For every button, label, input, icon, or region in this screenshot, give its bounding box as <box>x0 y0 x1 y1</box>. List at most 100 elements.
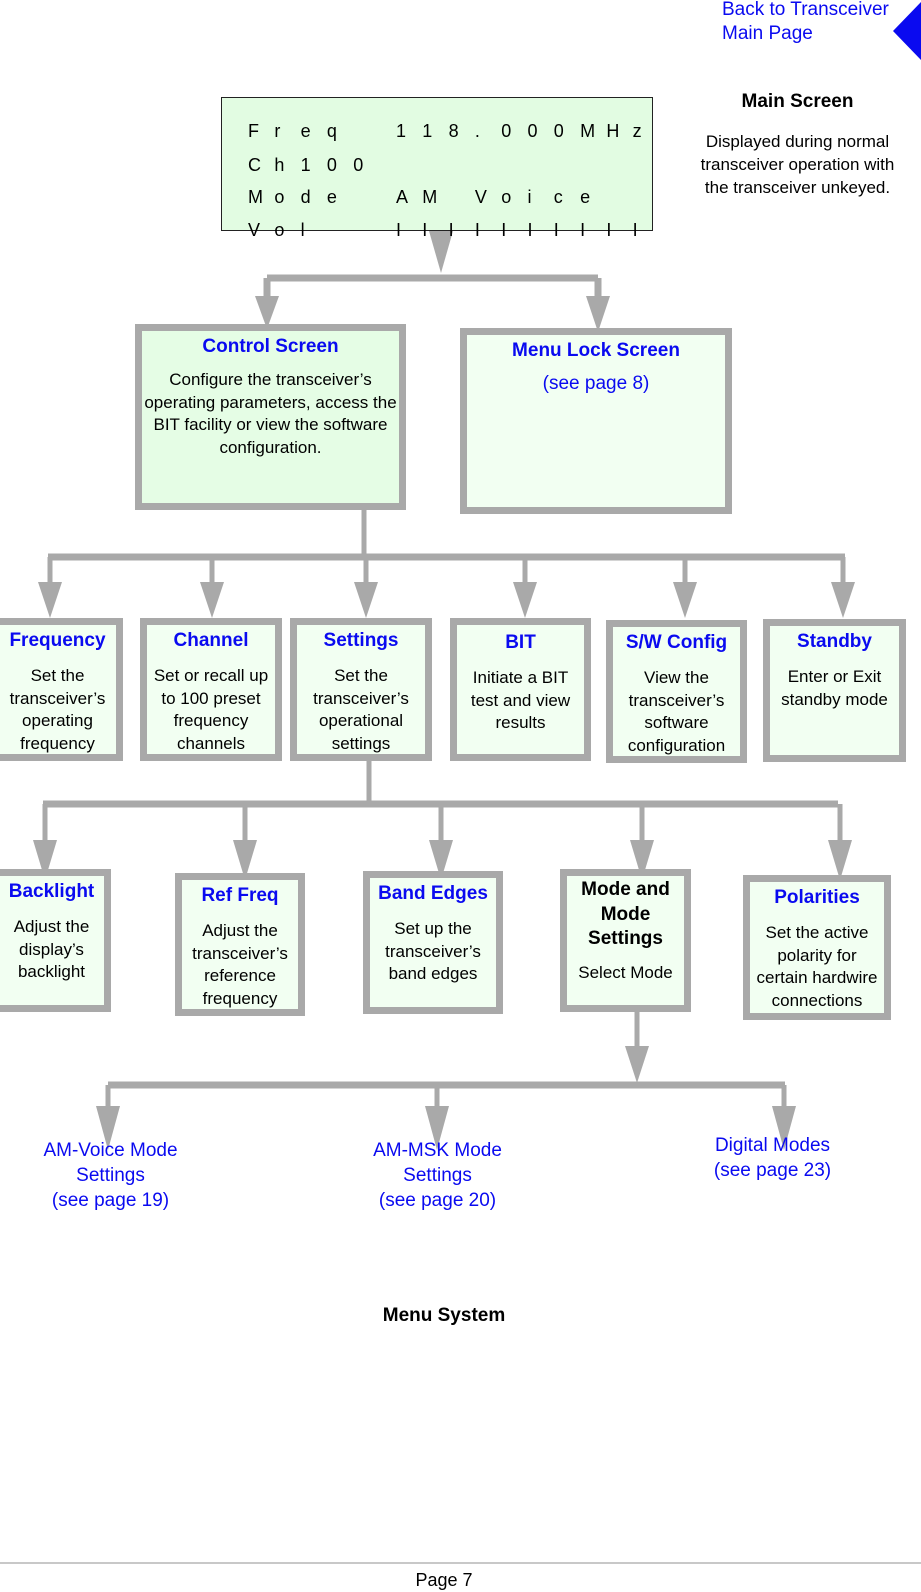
triangle-left-icon[interactable] <box>893 2 921 60</box>
lcd-char: I <box>501 220 507 240</box>
lcd-char: I <box>580 220 586 240</box>
am-voice-line1[interactable]: AM-Voice Mode <box>18 1138 203 1163</box>
control-screen-title[interactable]: Control Screen <box>142 335 399 359</box>
lcd-char: 0 <box>527 121 538 141</box>
lcd-char: I <box>606 220 612 240</box>
frequency-box[interactable]: Frequency Set the transceiver’s operatin… <box>0 618 123 761</box>
bit-description: Initiate a BIT test and view results <box>470 668 571 732</box>
back-link-line1[interactable]: Back to Transceiver <box>722 0 889 22</box>
arrow-down-icon <box>354 582 378 618</box>
lcd-main-screen: Freq118.000MHz Ch100 ModeAMVoice VolIIII… <box>221 97 653 240</box>
lcd-char: 1 <box>396 121 407 141</box>
digital-modes-link[interactable]: Digital Modes (see page 23) <box>680 1133 865 1183</box>
lcd-char: e <box>326 187 337 207</box>
menu-lock-screen-box[interactable]: Menu Lock Screen (see page 8) <box>460 328 732 514</box>
bit-title[interactable]: BIT <box>457 631 584 655</box>
control-screen-description: Configure the transceiver’s operating pa… <box>144 370 397 457</box>
am-msk-line1[interactable]: AM-MSK Mode <box>345 1138 530 1163</box>
polarities-box[interactable]: Polarities Set the active polarity for c… <box>743 875 891 1020</box>
lcd-char: c <box>553 187 563 207</box>
frequency-description: Set the transceiver’s operating frequenc… <box>9 666 106 753</box>
back-to-main-page-link[interactable]: Back to Transceiver Main Page <box>722 0 889 46</box>
band-edges-description: Set up the transceiver’s band edges <box>385 919 481 983</box>
lcd-char: V <box>474 187 487 207</box>
settings-box[interactable]: Settings Set the transceiver’s operation… <box>290 618 432 761</box>
lcd-char: o <box>501 187 512 207</box>
standby-title[interactable]: Standby <box>770 630 899 654</box>
polarities-description: Set the active polarity for certain hard… <box>756 923 878 1010</box>
lcd-char: I <box>448 220 454 240</box>
ref-freq-description: Adjust the transceiver’s reference frequ… <box>192 921 288 1008</box>
lcd-char: 8 <box>448 121 459 141</box>
lcd-char: I <box>527 220 533 240</box>
sw-config-description: View the transceiver’s software configur… <box>627 668 726 755</box>
am-voice-mode-link[interactable]: AM-Voice Mode Settings (see page 19) <box>18 1138 203 1213</box>
arrow-down-icon <box>586 296 610 332</box>
bit-box[interactable]: BIT Initiate a BIT test and view results <box>450 618 591 761</box>
arrow-down-icon <box>513 582 537 618</box>
footer-divider <box>0 1562 921 1564</box>
digital-modes-line2[interactable]: (see page 23) <box>680 1158 865 1183</box>
lcd-char: 0 <box>553 121 564 141</box>
back-link-line2[interactable]: Main Page <box>722 22 889 46</box>
lcd-char: A <box>396 187 409 207</box>
lcd-char: M <box>580 121 596 141</box>
mode-settings-box[interactable]: Mode and Mode Settings Select Mode <box>560 869 691 1012</box>
ref-freq-box[interactable]: Ref Freq Adjust the transceiver’s refere… <box>175 873 305 1016</box>
arrow-down-icon <box>673 582 697 618</box>
band-edges-box[interactable]: Band Edges Set up the transceiver’s band… <box>363 871 503 1014</box>
sw-config-title[interactable]: S/W Config <box>613 631 740 655</box>
lcd-char: I <box>474 220 480 240</box>
arrow-down-icon <box>828 840 852 880</box>
lcd-char: o <box>274 220 285 240</box>
lcd-char: z <box>632 121 642 141</box>
lcd-row-label: Vol <box>248 220 327 241</box>
lcd-row-value: 118.000MHz <box>396 121 642 142</box>
settings-title[interactable]: Settings <box>297 629 425 653</box>
menu-lock-see-page-link[interactable]: (see page 8) <box>467 373 725 395</box>
lcd-char: 0 <box>501 121 512 141</box>
lcd-row-value: IIIIIIIIII <box>396 220 638 241</box>
band-edges-title[interactable]: Band Edges <box>370 882 496 906</box>
am-msk-mode-link[interactable]: AM-MSK Mode Settings (see page 20) <box>345 1138 530 1213</box>
standby-box[interactable]: Standby Enter or Exit standby mode <box>763 619 906 762</box>
polarities-title[interactable]: Polarities <box>750 886 884 910</box>
digital-modes-line1[interactable]: Digital Modes <box>680 1133 865 1158</box>
lcd-row-mode: ModeAMVoice <box>228 166 590 207</box>
channel-box[interactable]: Channel Set or recall up to 100 preset f… <box>140 618 282 761</box>
lcd-char: I <box>632 220 638 240</box>
frequency-title[interactable]: Frequency <box>0 629 116 653</box>
menu-lock-screen-title[interactable]: Menu Lock Screen <box>467 339 725 363</box>
main-screen-description: Displayed during normal transceiver oper… <box>700 132 895 197</box>
main-screen-title: Main Screen <box>741 91 854 112</box>
channel-title[interactable]: Channel <box>147 629 275 653</box>
am-msk-line3[interactable]: (see page 20) <box>345 1188 530 1213</box>
backlight-title[interactable]: Backlight <box>0 880 104 904</box>
am-msk-line2[interactable]: Settings <box>345 1163 530 1188</box>
backlight-box[interactable]: Backlight Adjust the display’s backlight <box>0 869 111 1012</box>
mode-settings-description: Select Mode <box>578 962 673 982</box>
lcd-char: 1 <box>422 121 433 141</box>
backlight-description: Adjust the display’s backlight <box>13 917 90 981</box>
am-voice-line2[interactable]: Settings <box>18 1163 203 1188</box>
mode-settings-title[interactable]: Mode and Mode Settings <box>567 878 684 952</box>
ref-freq-title[interactable]: Ref Freq <box>182 884 298 908</box>
lcd-char: 0 <box>353 155 364 175</box>
lcd-char: I <box>422 220 428 240</box>
lcd-char: I <box>396 220 402 240</box>
lcd-char: H <box>606 121 620 141</box>
lcd-char: e <box>580 187 591 207</box>
arrow-down-icon <box>625 1046 649 1083</box>
lcd-char: i <box>527 187 532 207</box>
lcd-char: I <box>553 220 559 240</box>
standby-description: Enter or Exit standby mode <box>781 667 888 709</box>
lcd-char: M <box>422 187 438 207</box>
arrow-down-icon <box>200 582 224 618</box>
channel-description: Set or recall up to 100 preset frequency… <box>153 666 269 753</box>
page-number: Page 7 <box>415 1570 473 1590</box>
lcd-row-value: AM Voi ce <box>396 187 590 208</box>
lcd-row-channel: Ch100 <box>228 134 380 175</box>
control-screen-box[interactable]: Control Screen Configure the transceiver… <box>135 324 406 510</box>
sw-config-box[interactable]: S/W Config View the transceiver’s softwa… <box>606 620 747 763</box>
am-voice-line3[interactable]: (see page 19) <box>18 1188 203 1213</box>
